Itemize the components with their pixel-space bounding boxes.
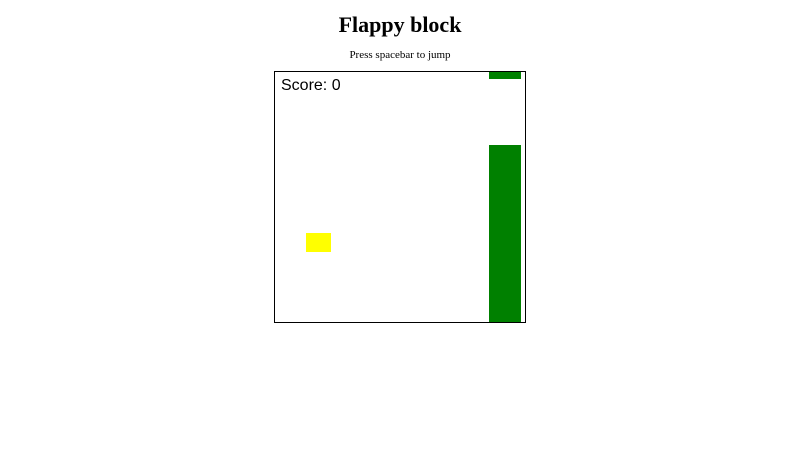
- score-display: Score: 0: [281, 77, 341, 94]
- page-title: Flappy block: [338, 12, 462, 37]
- bottom-pipe: [489, 145, 521, 322]
- instructions-text: Press spacebar to jump: [349, 49, 451, 61]
- game-canvas[interactable]: Score: 0: [274, 71, 526, 323]
- player-block: [306, 233, 331, 252]
- top-pipe: [489, 72, 521, 79]
